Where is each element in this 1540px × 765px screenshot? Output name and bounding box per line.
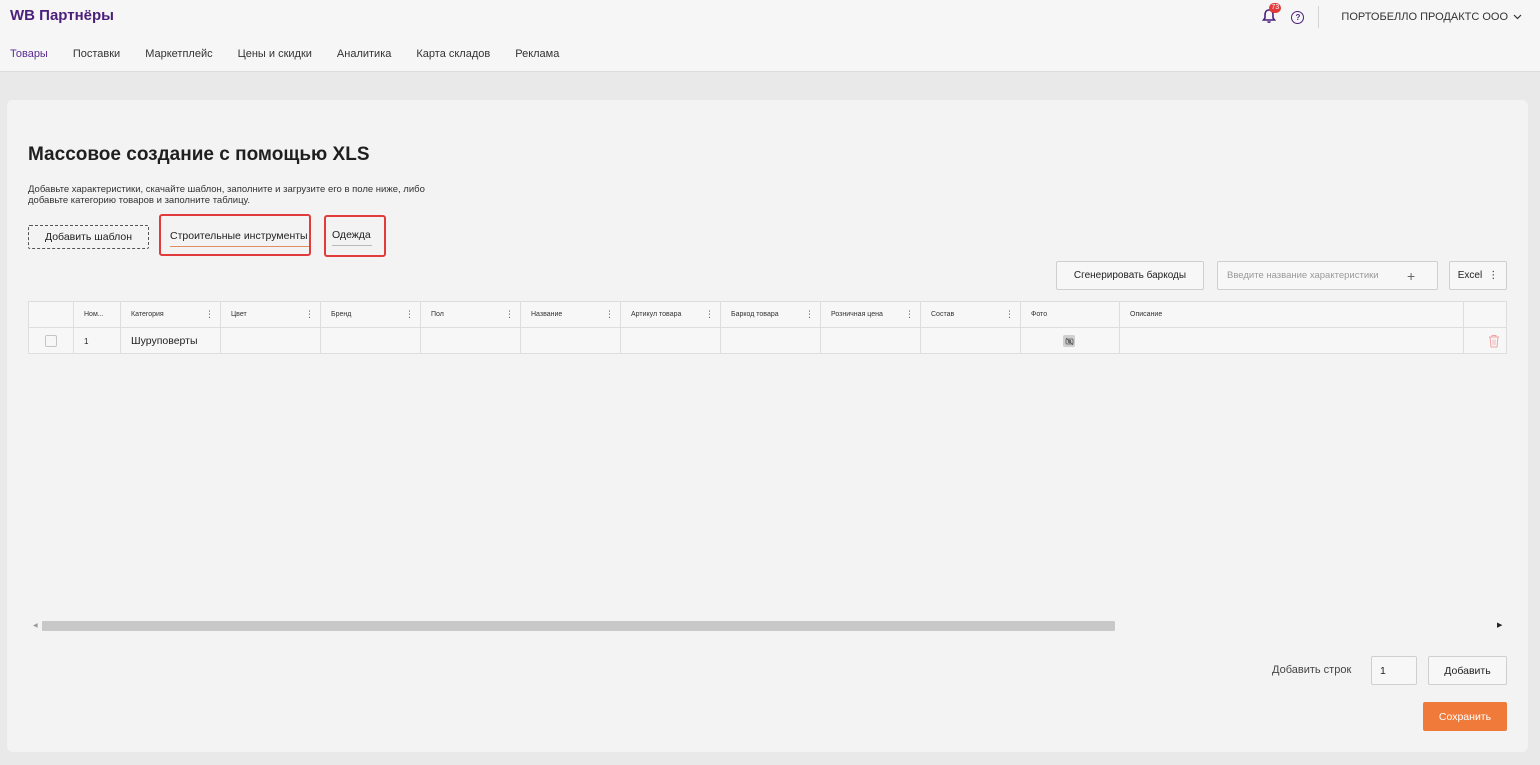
plus-icon[interactable]: + — [1407, 268, 1415, 284]
header-cell-color[interactable]: Цвет ⋮ — [221, 302, 321, 327]
save-button[interactable]: Сохранить — [1423, 702, 1507, 731]
nav-item-warehouse-map[interactable]: Карта складов — [416, 48, 490, 60]
category-tab-label: Строительные инструменты — [170, 230, 308, 242]
add-rows-button[interactable]: Добавить — [1428, 656, 1507, 685]
header-actions: 73 ? ПОРТОБЕЛЛО ПРОДАКТС ООО — [1261, 0, 1540, 34]
header-cell-article[interactable]: Артикул товара ⋮ — [621, 302, 721, 327]
row-description-cell[interactable] — [1120, 328, 1464, 354]
header-cell-photo[interactable]: Фото — [1021, 302, 1120, 327]
row-name-cell[interactable] — [521, 328, 621, 354]
column-menu-icon[interactable]: ⋮ — [1005, 310, 1014, 319]
app-header: WB Партнёры 73 ? ПОРТОБЕЛЛО ПРОДАКТС ООО… — [0, 0, 1540, 72]
row-gender-cell[interactable] — [421, 328, 521, 354]
chevron-down-icon — [1513, 14, 1522, 20]
page-description: Добавьте характеристики, скачайте шаблон… — [28, 184, 425, 206]
trash-icon[interactable] — [1488, 334, 1500, 348]
column-menu-icon[interactable]: ⋮ — [505, 310, 514, 319]
nav-item-supplies[interactable]: Поставки — [73, 48, 120, 60]
row-photo-cell[interactable] — [1021, 328, 1120, 354]
header-cell-select — [29, 302, 74, 327]
row-retail-price-cell[interactable] — [821, 328, 921, 354]
table-header-row: Ном... Категория ⋮ Цвет ⋮ Бренд ⋮ Пол ⋮ Назв… — [29, 302, 1506, 328]
column-menu-icon[interactable]: ⋮ — [205, 310, 214, 319]
main-card: Массовое создание с помощью XLS Добавьте… — [7, 100, 1528, 752]
header-cell-composition[interactable]: Состав ⋮ — [921, 302, 1021, 327]
header-cell-number[interactable]: Ном... — [74, 302, 121, 327]
nav-item-marketplace[interactable]: Маркетплейс — [145, 48, 212, 60]
row-brand-cell[interactable] — [321, 328, 421, 354]
horizontal-scrollbar[interactable] — [42, 621, 1115, 631]
add-template-button[interactable]: Добавить шаблон — [28, 225, 149, 249]
excel-menu-button[interactable]: Excel ⋮ — [1449, 261, 1507, 290]
column-menu-icon[interactable]: ⋮ — [905, 310, 914, 319]
help-icon[interactable]: ? — [1291, 10, 1305, 24]
app-logo[interactable]: WB Партнёры — [10, 7, 114, 24]
top-navigation: Товары Поставки Маркетплейс Цены и скидк… — [10, 48, 584, 60]
nav-item-prices[interactable]: Цены и скидки — [238, 48, 312, 60]
column-menu-icon[interactable]: ⋮ — [605, 310, 614, 319]
products-table: Ном... Категория ⋮ Цвет ⋮ Бренд ⋮ Пол ⋮ Назв… — [28, 301, 1507, 354]
excel-label: Excel — [1457, 270, 1483, 281]
header-cell-description[interactable]: Описание — [1120, 302, 1464, 327]
header-divider — [1318, 6, 1320, 28]
tab-underline — [332, 245, 372, 246]
header-cell-category[interactable]: Категория ⋮ — [121, 302, 221, 327]
row-color-cell[interactable] — [221, 328, 321, 354]
row-checkbox[interactable] — [45, 335, 57, 347]
category-tab-clothing[interactable]: Одежда — [332, 229, 372, 246]
notifications-button[interactable]: 73 — [1261, 3, 1282, 26]
column-menu-icon[interactable]: ⋮ — [705, 310, 714, 319]
row-number-cell: 1 — [74, 328, 121, 354]
header-cell-brand[interactable]: Бренд ⋮ — [321, 302, 421, 327]
scroll-left-arrow-icon[interactable]: ◀ — [33, 622, 38, 629]
add-rows-label: Добавить строк — [1272, 664, 1352, 676]
characteristic-input-wrapper: + — [1217, 261, 1438, 290]
generate-barcodes-button[interactable]: Сгенерировать баркоды — [1056, 261, 1204, 290]
notifications-badge: 73 — [1269, 3, 1282, 13]
category-tab-construction-tools[interactable]: Строительные инструменты — [170, 230, 310, 247]
kebab-icon: ⋮ — [1488, 270, 1499, 281]
header-cell-name[interactable]: Название ⋮ — [521, 302, 621, 327]
tab-underline — [170, 246, 310, 247]
nav-item-analytics[interactable]: Аналитика — [337, 48, 391, 60]
column-menu-icon[interactable]: ⋮ — [405, 310, 414, 319]
column-menu-icon[interactable]: ⋮ — [305, 310, 314, 319]
row-article-cell[interactable] — [621, 328, 721, 354]
row-select-cell — [29, 328, 74, 354]
rows-count-input[interactable] — [1371, 656, 1417, 685]
scroll-right-arrow-icon[interactable]: ▶ — [1497, 621, 1502, 629]
table-row: 1 Шуруповерты — [29, 328, 1506, 354]
nav-item-goods[interactable]: Товары — [10, 48, 48, 60]
header-cell-retail-price[interactable]: Розничная цена ⋮ — [821, 302, 921, 327]
header-cell-barcode[interactable]: Баркод товара ⋮ — [721, 302, 821, 327]
row-actions-cell — [1464, 328, 1506, 354]
company-name: ПОРТОБЕЛЛО ПРОДАКТС ООО — [1341, 11, 1508, 23]
row-composition-cell[interactable] — [921, 328, 1021, 354]
row-barcode-cell[interactable] — [721, 328, 821, 354]
nav-item-ads[interactable]: Реклама — [515, 48, 559, 60]
characteristic-input[interactable] — [1218, 270, 1403, 281]
company-selector[interactable]: ПОРТОБЕЛЛО ПРОДАКТС ООО — [1341, 11, 1522, 23]
category-tab-label: Одежда — [332, 229, 371, 241]
column-menu-icon[interactable]: ⋮ — [805, 310, 814, 319]
row-category-cell[interactable]: Шуруповерты — [121, 328, 221, 354]
no-photo-icon[interactable] — [1063, 335, 1075, 347]
header-cell-gender[interactable]: Пол ⋮ — [421, 302, 521, 327]
header-cell-actions — [1464, 302, 1506, 327]
page-title: Массовое создание с помощью XLS — [28, 144, 370, 165]
